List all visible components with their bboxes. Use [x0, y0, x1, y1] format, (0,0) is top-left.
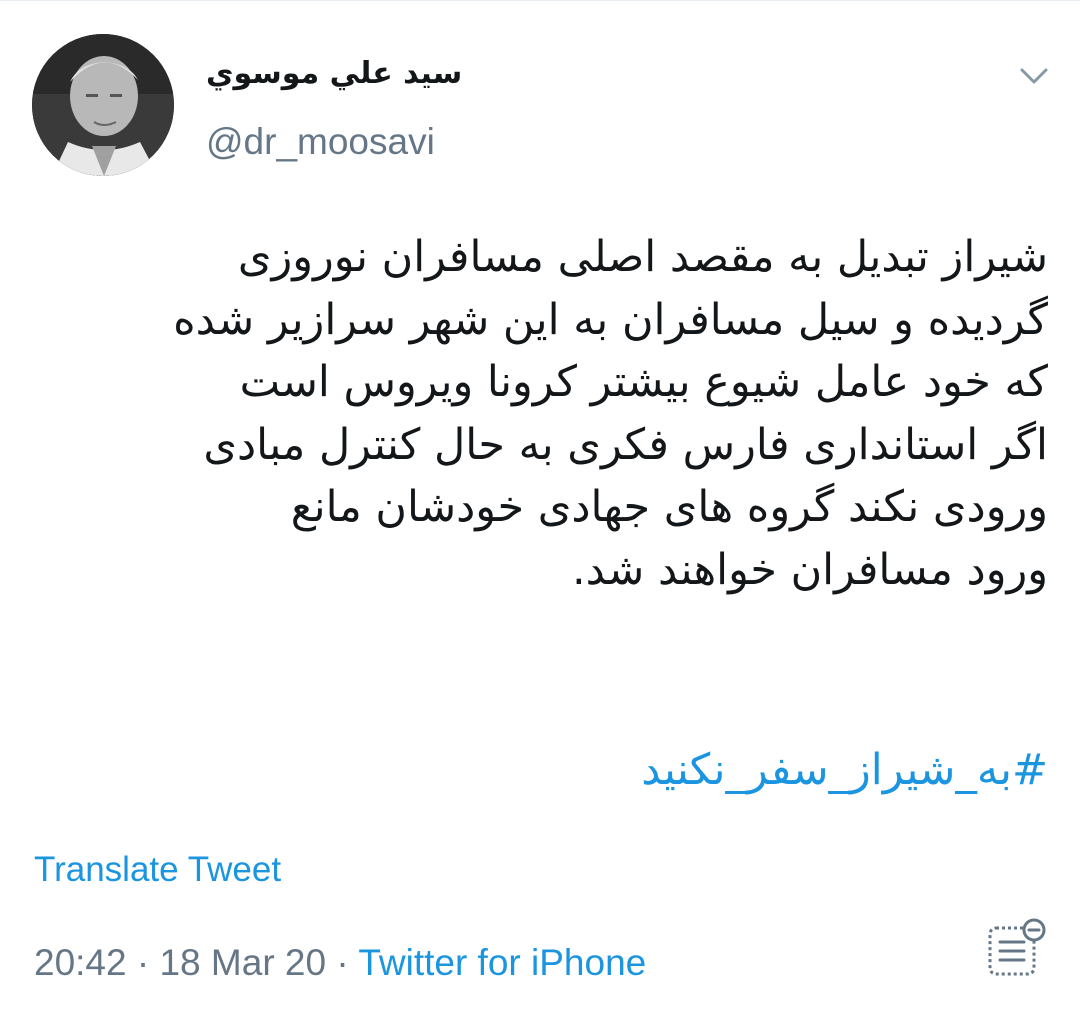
tweet-meta: 20:42 · 18 Mar 20 · Twitter for iPhone [34, 938, 646, 988]
chevron-down-icon[interactable] [1014, 56, 1054, 96]
meta-separator: · [336, 942, 349, 983]
top-divider [0, 0, 1080, 1]
display-name[interactable]: سيد علي موسوي [206, 48, 476, 100]
analytics-icon[interactable] [984, 914, 1050, 980]
avatar[interactable] [32, 34, 174, 176]
tweet-date[interactable]: 18 Mar 20 [159, 942, 326, 983]
tweet-text: شیراز تبدیل به مقصد اصلی مسافران نوروزی … [173, 232, 1048, 595]
translate-tweet-link[interactable]: Translate Tweet [34, 848, 281, 892]
tweet-source-link[interactable]: Twitter for iPhone [358, 942, 646, 983]
meta-separator: · [136, 942, 150, 983]
hashtag-link[interactable]: #به_شیراز_سفر_نکنید [30, 738, 1048, 802]
user-handle[interactable]: @dr_moosavi [206, 118, 435, 166]
tweet-time[interactable]: 20:42 [34, 942, 127, 983]
